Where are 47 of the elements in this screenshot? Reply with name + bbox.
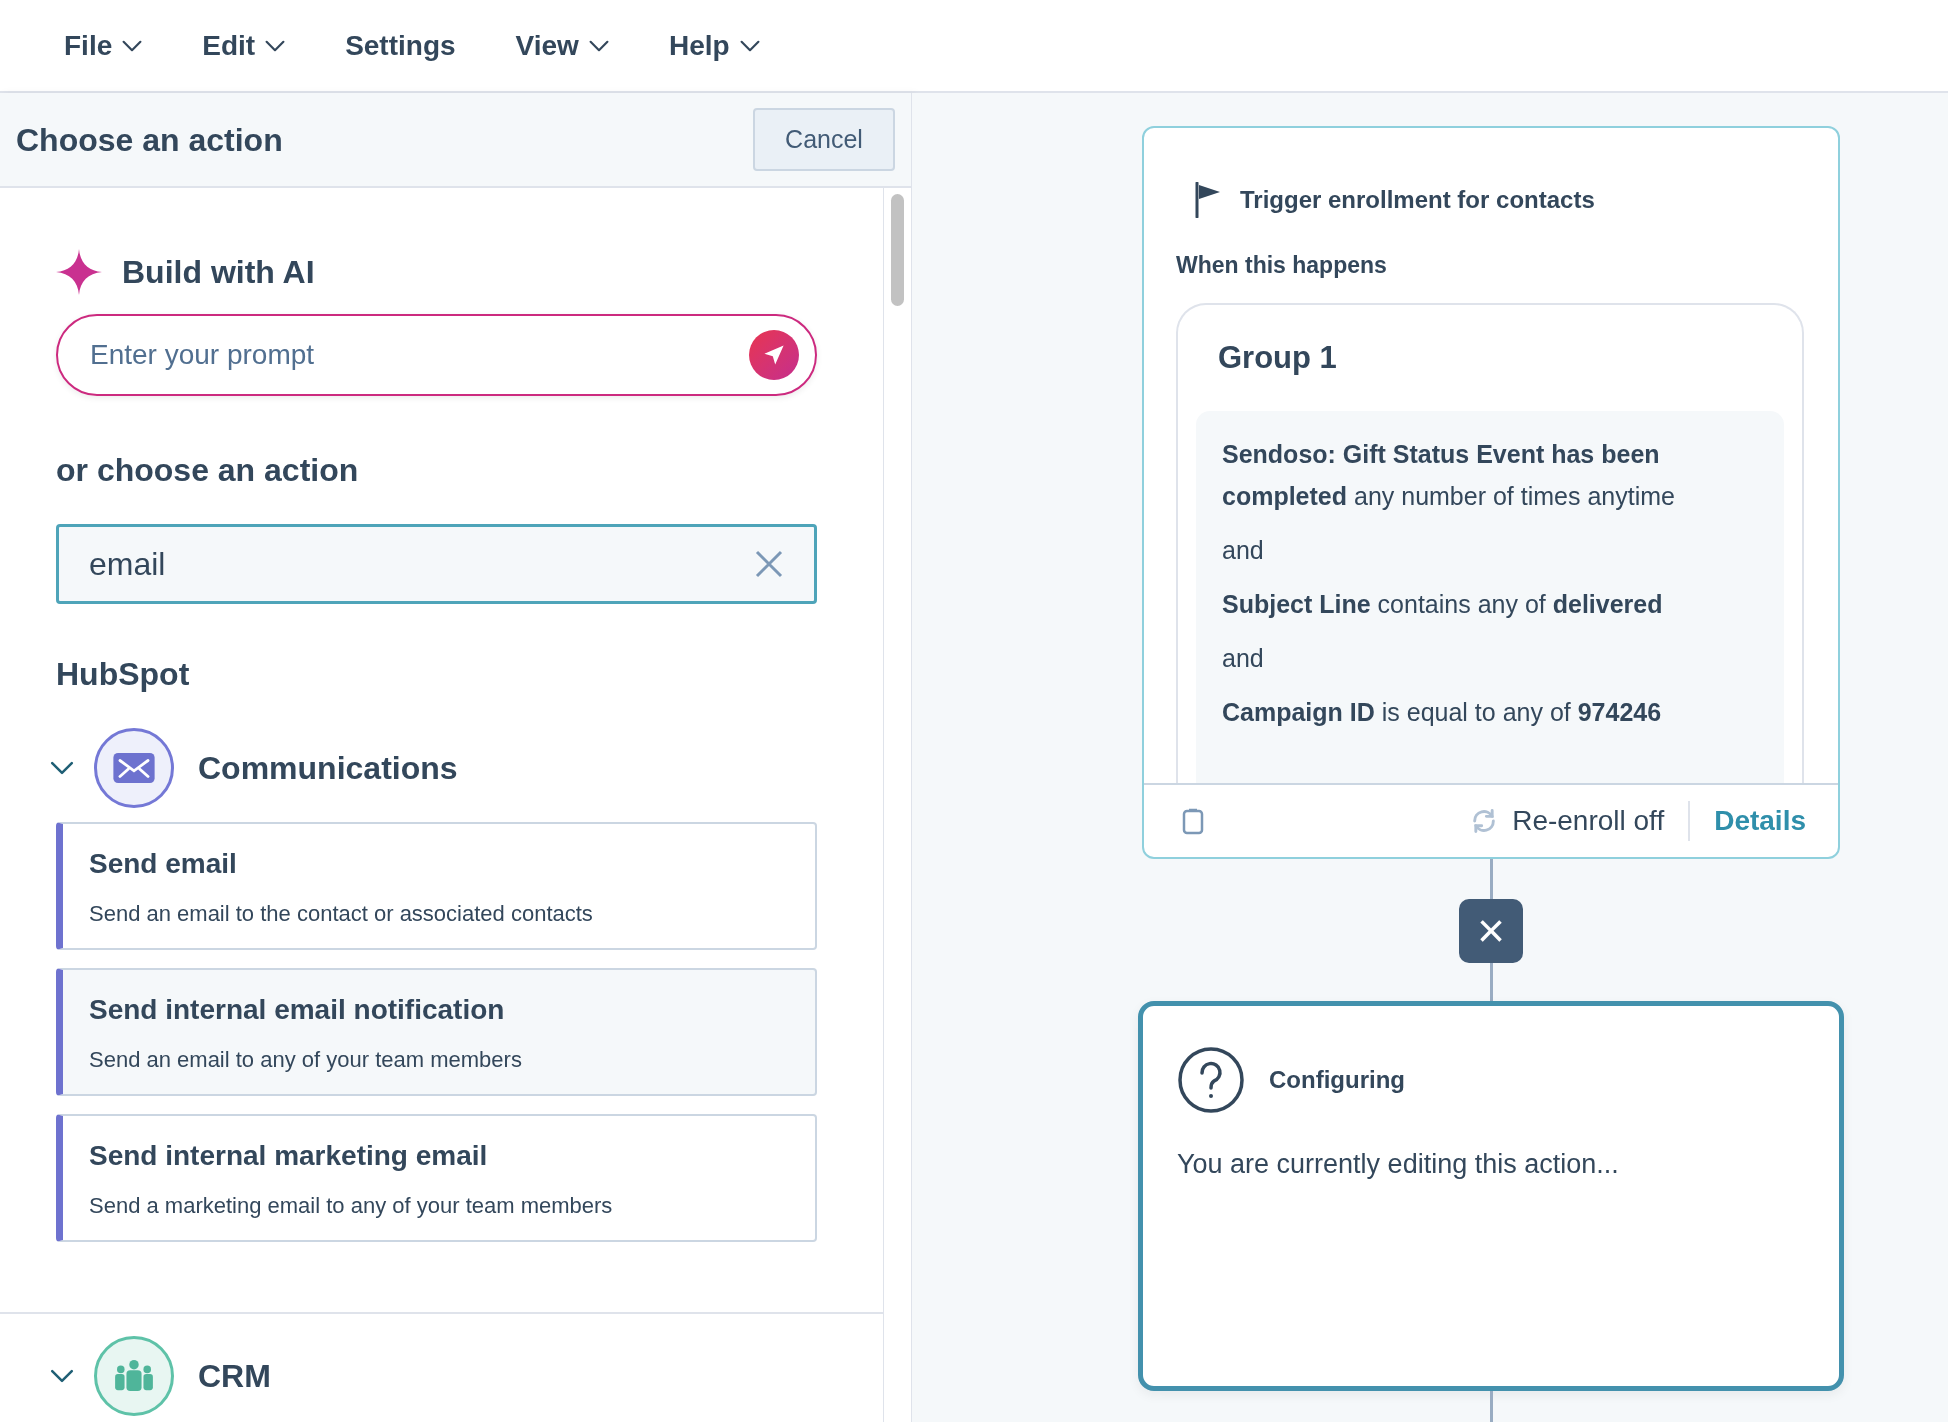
scrollbar[interactable] <box>884 188 911 1422</box>
cancel-button[interactable]: Cancel <box>753 108 895 171</box>
send-button[interactable] <box>749 330 799 380</box>
paper-plane-icon <box>762 343 786 367</box>
action-card[interactable]: Send email Send an email to the contact or associated contacts <box>56 822 817 950</box>
details-link[interactable]: Details <box>1714 800 1806 842</box>
category-title[interactable]: Communications <box>198 744 458 792</box>
remove-button[interactable]: × <box>1459 899 1523 963</box>
operator-text: and <box>1222 535 1265 566</box>
operator-text: and <box>1222 643 1265 674</box>
condition-text: Campaign ID is equal to any of 974246 <box>1222 697 1663 728</box>
action-card[interactable]: Send internal marketing email Send a marketing email to any of your team members <box>56 1114 817 1242</box>
action-description: Send a marketing email to any of your team members <box>89 1191 614 1220</box>
group-title: Group 1 <box>1217 338 1338 377</box>
action-node-title: Configuring <box>1269 1065 1405 1095</box>
clipboard-icon[interactable] <box>1182 807 1204 835</box>
reenroll-status: Re-enroll off <box>1512 804 1665 838</box>
action-card[interactable]: Send internal email notification Send an email to any of your team members <box>56 968 817 1096</box>
clear-icon[interactable] <box>754 549 784 579</box>
menu-item[interactable]: Settings <box>345 24 456 67</box>
menu-item[interactable]: View <box>515 24 609 67</box>
condition-text: Subject Line contains any of delivered <box>1222 589 1664 620</box>
action-node[interactable]: Configuring You are currently editing this action... <box>1138 1001 1844 1391</box>
trigger-title: Trigger enrollment for contacts <box>1240 185 1595 215</box>
ai-heading: Build with AI <box>122 253 315 292</box>
source-heading: HubSpot <box>56 655 191 694</box>
action-node-text: You are currently editing this action... <box>1177 1148 1620 1181</box>
trigger-card[interactable] <box>1142 126 1840 859</box>
prompt-input[interactable]: Enter your prompt <box>90 334 749 376</box>
action-title: Send internal marketing email <box>89 1138 489 1173</box>
panel-title: Choose an action <box>16 120 283 160</box>
question-icon <box>1177 1046 1245 1114</box>
action-title: Send email <box>89 846 238 881</box>
trigger-subtitle: When this happens <box>1176 251 1388 280</box>
action-title: Send internal email notification <box>89 992 506 1027</box>
section-heading: or choose an action <box>56 451 360 490</box>
prompt-field[interactable]: Enter your prompt <box>56 314 817 396</box>
category-title[interactable]: CRM <box>198 1352 271 1400</box>
search-field[interactable]: email <box>56 524 817 604</box>
menu-item[interactable]: File <box>64 24 143 67</box>
search-input[interactable]: email <box>89 540 754 588</box>
action-description: Send an email to any of your team members <box>89 1045 523 1074</box>
flag-icon <box>1194 182 1222 218</box>
menu-item[interactable]: Help <box>668 24 760 67</box>
condition-text: Sendoso: Gift Status Event has been completed any number of times anytime <box>1222 439 1676 512</box>
menu-item[interactable]: Edit <box>202 24 286 67</box>
action-description: Send an email to the contact or associated contacts <box>89 899 594 928</box>
